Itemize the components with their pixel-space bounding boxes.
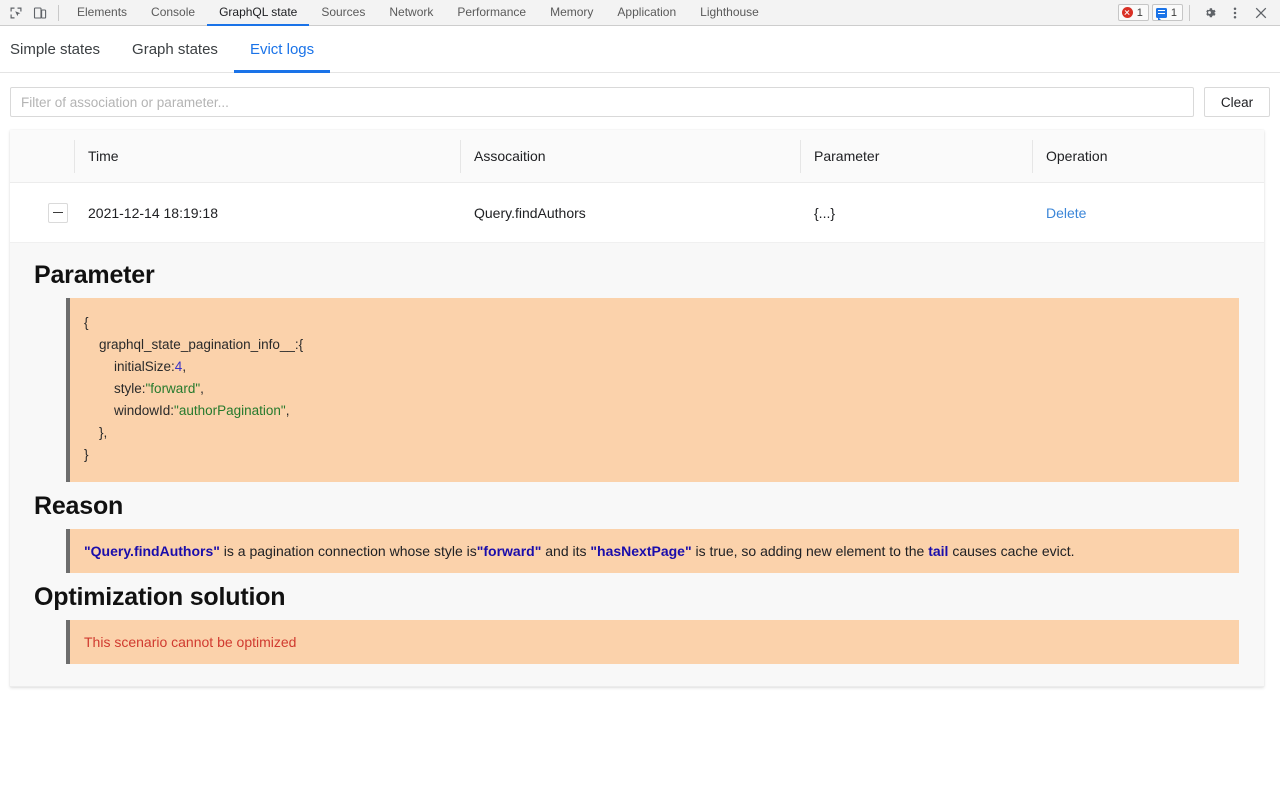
code-line-4-key: style: [84, 381, 146, 396]
tab-performance[interactable]: Performance [445, 0, 538, 26]
collapse-row-button[interactable] [48, 203, 68, 223]
header-time: Time [74, 130, 460, 182]
error-icon [1122, 7, 1133, 18]
tab-elements[interactable]: Elements [65, 0, 139, 26]
device-toolbar-icon[interactable] [28, 2, 52, 24]
code-line-4-end: , [200, 381, 204, 396]
code-line-5-key: windowId: [84, 403, 174, 418]
tab-memory[interactable]: Memory [538, 0, 605, 26]
inspect-element-icon[interactable] [4, 2, 28, 24]
optimization-block: This scenario cannot be optimized [66, 620, 1239, 664]
parameter-heading: Parameter [34, 261, 1264, 290]
header-toggle-spacer [10, 130, 74, 182]
toolbar-divider [58, 5, 59, 21]
table-header-row: Time Assocaition Parameter Operation [10, 130, 1264, 183]
subtab-evict-logs[interactable]: Evict logs [234, 41, 330, 73]
tab-console[interactable]: Console [139, 0, 207, 26]
reason-block: "Query.findAuthors" is a pagination conn… [66, 529, 1239, 573]
header-association: Assocaition [460, 130, 800, 182]
error-count-badge[interactable]: 1 [1118, 4, 1149, 21]
toolbar-right-group: 1 1 [1118, 2, 1274, 24]
filter-input[interactable] [10, 87, 1194, 117]
parameter-code: { graphql_state_pagination_info__:{ init… [84, 308, 1225, 472]
reason-segment-4: causes cache evict. [948, 543, 1074, 559]
code-line-7: } [84, 447, 89, 462]
tab-application[interactable]: Application [605, 0, 688, 26]
header-parameter: Parameter [800, 130, 1032, 182]
kebab-menu-icon[interactable] [1222, 2, 1248, 24]
close-icon[interactable] [1248, 2, 1274, 24]
cell-parameter: {...} [800, 183, 1032, 242]
reason-text: "Query.findAuthors" is a pagination conn… [84, 539, 1225, 563]
evict-logs-panel: Time Assocaition Parameter Operation 202… [10, 130, 1264, 687]
code-line-5-end: , [286, 403, 290, 418]
devtools-toolbar: Elements Console GraphQL state Sources N… [0, 0, 1280, 26]
devtools-panel-tabs: Elements Console GraphQL state Sources N… [65, 0, 1118, 26]
delete-link[interactable]: Delete [1046, 205, 1086, 221]
reason-term-tail: tail [928, 543, 948, 559]
code-line-5-value: "authorPagination" [174, 403, 286, 418]
reason-segment-1: is a pagination connection whose style i… [220, 543, 477, 559]
header-operation: Operation [1032, 130, 1264, 182]
gear-icon[interactable] [1196, 2, 1222, 24]
cell-association: Query.findAuthors [460, 183, 800, 242]
code-line-6: }, [84, 425, 107, 440]
message-count-badge[interactable]: 1 [1152, 4, 1183, 21]
graphql-state-subtabs: Simple states Graph states Evict logs [0, 26, 1280, 73]
parameter-code-block: { graphql_state_pagination_info__:{ init… [66, 298, 1239, 482]
code-line-1: { [84, 315, 89, 330]
code-line-2: graphql_state_pagination_info__:{ [84, 337, 303, 352]
message-icon [1156, 8, 1167, 18]
cell-operation: Delete [1032, 183, 1264, 242]
error-count-label: 1 [1137, 7, 1143, 19]
tab-network[interactable]: Network [377, 0, 445, 26]
cell-time: 2021-12-14 18:19:18 [74, 183, 460, 242]
tab-lighthouse[interactable]: Lighthouse [688, 0, 771, 26]
reason-term-hasnextpage: "hasNextPage" [590, 543, 691, 559]
code-line-3-end: , [182, 359, 186, 374]
subtab-graph-states[interactable]: Graph states [116, 41, 234, 73]
reason-segment-2: and its [541, 543, 590, 559]
code-line-4-value: "forward" [146, 381, 201, 396]
tab-sources[interactable]: Sources [309, 0, 377, 26]
row-toggle-cell [10, 183, 74, 242]
row-detail-panel: Parameter { graphql_state_pagination_inf… [10, 243, 1264, 687]
reason-term-style: "forward" [477, 543, 542, 559]
message-count-label: 1 [1171, 7, 1177, 19]
table-row[interactable]: 2021-12-14 18:19:18 Query.findAuthors {.… [10, 183, 1264, 243]
optimization-heading: Optimization solution [34, 583, 1264, 612]
code-line-3-key: initialSize: [84, 359, 175, 374]
reason-segment-3: is true, so adding new element to the [692, 543, 929, 559]
toolbar-divider-right [1189, 5, 1190, 21]
reason-heading: Reason [34, 492, 1264, 521]
tab-graphql-state[interactable]: GraphQL state [207, 0, 309, 26]
clear-button[interactable]: Clear [1204, 87, 1270, 117]
optimization-text: This scenario cannot be optimized [84, 630, 1225, 654]
subtab-simple-states[interactable]: Simple states [0, 41, 116, 73]
minus-icon [53, 212, 63, 214]
filter-bar: Clear [0, 73, 1280, 130]
reason-term-association: "Query.findAuthors" [84, 543, 220, 559]
